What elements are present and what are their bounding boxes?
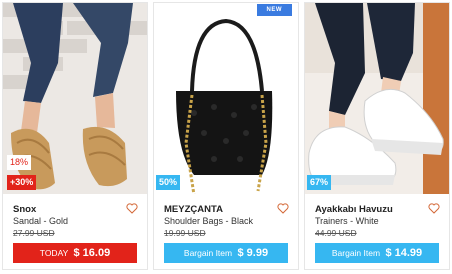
cta-price: $ 16.09 [73, 247, 111, 259]
bargain-button[interactable]: Bargain Item $ 14.99 [315, 243, 439, 263]
product-card-sandal[interactable]: 18% +30% Snox Sandal - Gold 27.99 USD TO… [2, 2, 148, 270]
product-card-trainers[interactable]: 67% Ayakkabı Havuzu Trainers - White 44.… [304, 2, 450, 270]
old-price: 27.99 USD [13, 228, 55, 238]
product-image-trainers[interactable] [305, 3, 449, 194]
heart-outline-icon[interactable] [428, 203, 440, 214]
product-image-bag[interactable] [154, 3, 298, 194]
cta-label: Bargain Item [331, 248, 381, 258]
heart-outline-icon[interactable] [126, 203, 138, 214]
discount-percent-badge: 67% [307, 175, 332, 190]
product-name[interactable]: Sandal - Gold [13, 216, 68, 226]
product-grid: 18% +30% Snox Sandal - Gold 27.99 USD TO… [0, 0, 452, 274]
old-price: 19.99 USD [164, 228, 206, 238]
bargain-button[interactable]: Bargain Item $ 9.99 [164, 243, 288, 263]
extra-discount-badge: +30% [7, 175, 37, 190]
cta-price: $ 9.99 [237, 247, 269, 259]
product-name[interactable]: Trainers - White [315, 216, 379, 226]
product-brand[interactable]: MEYZÇANTA [164, 204, 223, 215]
product-brand[interactable]: Snox [13, 204, 36, 215]
product-name[interactable]: Shoulder Bags - Black [164, 216, 253, 226]
new-badge: NEW [256, 4, 292, 16]
cta-label: TODAY [39, 248, 69, 258]
old-price: 44.99 USD [315, 228, 357, 238]
buy-button[interactable]: TODAY $ 16.09 [13, 243, 137, 263]
discount-percent-badge: 18% [7, 155, 32, 170]
cta-label: Bargain Item [183, 248, 233, 258]
cta-price: $ 14.99 [385, 247, 423, 259]
discount-percent-badge: 50% [156, 175, 181, 190]
heart-outline-icon[interactable] [277, 203, 289, 214]
product-card-bag[interactable]: NEW 50% MEYZÇANTA Shoulder Bags - Black … [153, 2, 299, 270]
product-brand[interactable]: Ayakkabı Havuzu [315, 204, 393, 215]
